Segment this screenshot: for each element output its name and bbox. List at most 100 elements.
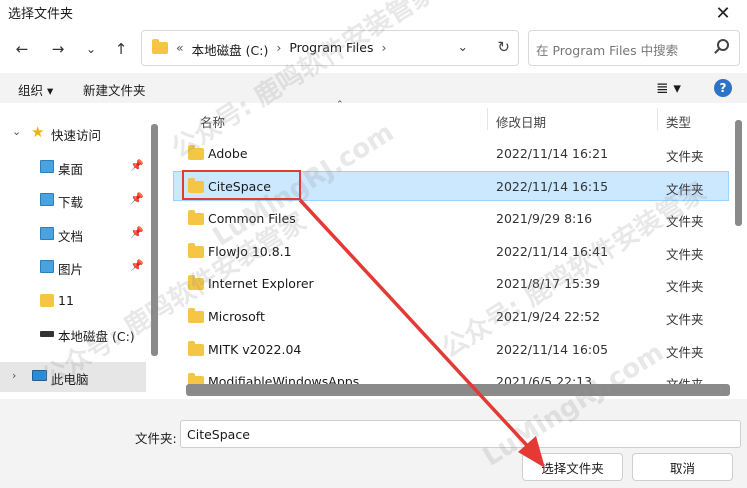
file-date: 2021/9/29 8:16	[496, 211, 593, 226]
file-date: 2022/11/14 16:21	[496, 146, 609, 161]
file-date: 2022/11/14 16:15	[496, 179, 609, 194]
file-date: 2022/11/14 16:41	[496, 244, 609, 259]
file-name: ModifiableWindowsApps	[208, 374, 360, 384]
folder-icon	[188, 145, 204, 160]
sidebar-item-downloads[interactable]: 下载 📌	[0, 185, 148, 215]
file-name: Adobe	[208, 146, 248, 161]
refresh-icon[interactable]: ↻	[497, 38, 510, 56]
list-item[interactable]: Adobe 2022/11/14 16:21 文件夹	[173, 138, 729, 168]
drive-icon	[40, 331, 54, 337]
computer-icon	[32, 370, 47, 381]
sidebar-item-documents[interactable]: 文档 📌	[0, 219, 148, 249]
pictures-icon	[40, 260, 54, 273]
column-header-date[interactable]: 修改日期	[496, 112, 546, 131]
file-name: MITK v2022.04	[208, 342, 302, 357]
download-icon	[40, 193, 54, 206]
select-folder-button[interactable]: 选择文件夹	[522, 453, 623, 481]
sidebar-item-desktop[interactable]: 桌面 📌	[0, 152, 148, 182]
close-icon[interactable]: ✕	[711, 1, 735, 25]
list-item[interactable]: Microsoft 2021/9/24 22:52 文件夹	[173, 301, 729, 331]
list-item[interactable]: FlowJo 10.8.1 2022/11/14 16:41 文件夹	[173, 236, 729, 266]
file-name: Microsoft	[208, 309, 265, 324]
cancel-button[interactable]: 取消	[632, 453, 733, 481]
sidebar-item-pictures[interactable]: 图片 📌	[0, 252, 148, 282]
sidebar-item-local-disk[interactable]: 本地磁盘 (C:)	[0, 319, 148, 349]
folder-icon	[188, 308, 204, 323]
file-type: 文件夹	[666, 345, 704, 360]
sidebar-item-label: 图片	[58, 262, 84, 277]
folder-icon	[188, 210, 204, 225]
up-arrow-icon[interactable]: ↑	[110, 38, 132, 60]
breadcrumb-overflow-icon[interactable]: «	[176, 40, 184, 59]
collapse-chevron-icon[interactable]: ⌄	[12, 125, 21, 138]
sidebar-item-11[interactable]: 11	[0, 286, 148, 316]
file-list-vertical-scrollbar[interactable]	[735, 120, 742, 226]
list-item[interactable]: MITK v2022.04 2022/11/14 16:05 文件夹	[173, 334, 729, 364]
pin-icon[interactable]: 📌	[130, 159, 144, 172]
documents-icon	[40, 227, 54, 240]
sort-ascending-icon: ⌃	[336, 100, 344, 110]
sidebar-item-quick-access[interactable]: ⌄ ★ 快速访问	[0, 118, 148, 148]
folder-icon	[188, 275, 204, 290]
search-placeholder: 在 Program Files 中搜索	[536, 43, 679, 58]
forward-arrow-icon[interactable]: →	[47, 38, 69, 60]
sidebar-item-label: 文档	[58, 229, 84, 244]
file-name: FlowJo 10.8.1	[208, 244, 292, 259]
file-name: Internet Explorer	[208, 276, 314, 291]
file-name: Common Files	[208, 211, 296, 226]
pin-icon[interactable]: 📌	[130, 259, 144, 272]
star-icon: ★	[31, 123, 45, 141]
pin-icon[interactable]: 📌	[130, 192, 144, 205]
breadcrumb-separator-icon[interactable]: ›	[381, 40, 386, 59]
new-folder-button[interactable]: 新建文件夹	[83, 80, 146, 99]
breadcrumb: « 本地磁盘 (C:) › Program Files ›	[176, 40, 386, 59]
folder-icon	[188, 243, 204, 258]
folder-icon	[188, 373, 204, 384]
breadcrumb-drive[interactable]: 本地磁盘 (C:)	[192, 40, 269, 59]
expand-chevron-icon[interactable]: ›	[12, 369, 16, 382]
file-date: 2021/6/5 22:13	[496, 374, 593, 384]
column-divider[interactable]	[487, 108, 488, 130]
back-arrow-icon[interactable]: ←	[11, 38, 33, 60]
desktop-icon	[40, 160, 54, 173]
annotation-highlight-box	[182, 170, 301, 200]
sidebar-item-label: 11	[58, 293, 74, 308]
column-header-name[interactable]: 名称	[200, 112, 225, 131]
file-type: 文件夹	[666, 149, 704, 164]
search-input[interactable]: 在 Program Files 中搜索	[528, 30, 740, 66]
file-type: 文件夹	[666, 312, 704, 327]
file-type: 文件夹	[666, 279, 704, 294]
sidebar-item-label: 快速访问	[51, 128, 102, 143]
help-icon[interactable]: ?	[714, 79, 732, 97]
column-divider[interactable]	[657, 108, 658, 130]
file-type: 文件夹	[666, 374, 704, 384]
pin-icon[interactable]: 📌	[130, 226, 144, 239]
file-type: 文件夹	[666, 247, 704, 262]
file-date: 2022/11/14 16:05	[496, 342, 609, 357]
list-item[interactable]: Internet Explorer 2021/8/17 15:39 文件夹	[173, 268, 729, 298]
sidebar-item-label: 此电脑	[51, 372, 89, 387]
navigation-pane: ⌄ ★ 快速访问 桌面 📌 下载 📌 文档 📌 图片 📌 11 本地磁盘 (C:…	[0, 104, 162, 396]
file-type: 文件夹	[666, 182, 704, 197]
folder-name-field[interactable]	[180, 420, 741, 448]
column-header-type[interactable]: 类型	[666, 112, 691, 131]
file-list-horizontal-scrollbar[interactable]	[186, 384, 730, 396]
breadcrumb-separator-icon[interactable]: ›	[276, 40, 281, 59]
address-dropdown-icon[interactable]: ⌄	[458, 39, 468, 54]
sidebar-scrollbar[interactable]	[151, 124, 158, 356]
folder-icon	[188, 341, 204, 356]
sidebar-item-label: 下载	[58, 195, 84, 210]
breadcrumb-program-files[interactable]: Program Files	[289, 40, 373, 59]
folder-label: 文件夹:	[135, 431, 177, 446]
sidebar-item-label: 本地磁盘 (C:)	[58, 329, 135, 344]
address-bar[interactable]: « 本地磁盘 (C:) › Program Files › ⌄ ↻	[141, 30, 519, 66]
view-options-icon[interactable]: ≣ ▾	[656, 79, 681, 97]
list-item[interactable]: ModifiableWindowsApps 2021/6/5 22:13 文件夹	[173, 366, 729, 384]
search-icon[interactable]	[717, 39, 729, 51]
organize-button[interactable]: 组织 ▾	[18, 80, 53, 99]
sidebar-item-this-pc[interactable]: › 此电脑	[0, 362, 146, 392]
window-title: 选择文件夹	[8, 7, 74, 22]
list-item[interactable]: Common Files 2021/9/29 8:16 文件夹	[173, 203, 729, 233]
folder-icon	[152, 39, 168, 54]
history-chevron-icon[interactable]: ⌄	[80, 38, 102, 60]
